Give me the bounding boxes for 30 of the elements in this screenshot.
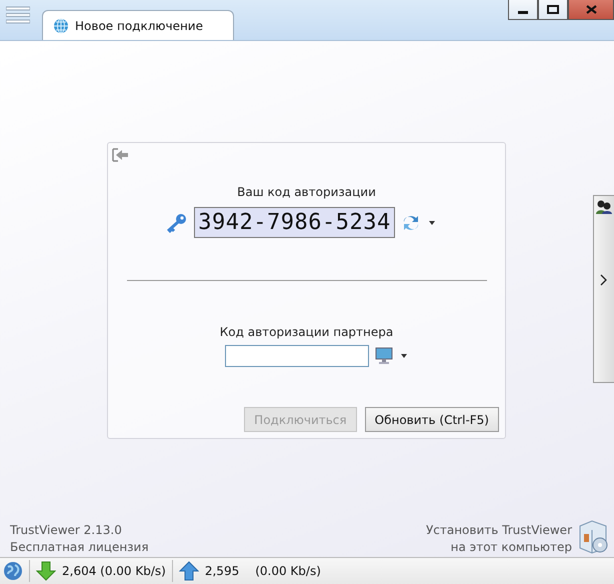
minimize-button[interactable] (508, 0, 538, 20)
maximize-icon (547, 5, 559, 14)
install-link[interactable]: на этот компьютер (450, 540, 572, 554)
installer-box-icon[interactable] (578, 520, 608, 554)
tab[interactable]: Новое подключение (42, 10, 234, 40)
partner-code-field[interactable] (224, 345, 368, 367)
install-link[interactable]: Установить TrustViewer (426, 523, 572, 537)
license-text: Бесплатная лицензия (10, 540, 149, 554)
globe-icon[interactable] (3, 561, 23, 581)
upload-count: 2,595 (204, 564, 240, 578)
partner-code-title: Код авторизации партнера (220, 325, 394, 339)
version-text: TrustViewer 2.13.0 (10, 523, 123, 537)
caret-icon[interactable] (426, 220, 437, 226)
chevron-right-icon (600, 274, 608, 286)
close-button[interactable] (568, 0, 614, 20)
own-code-title: Ваш код авторизации (237, 185, 376, 199)
auth-code: 3942-7986-5234 (194, 207, 395, 238)
refresh-button[interactable]: Обновить (Ctrl-F5) (364, 407, 499, 432)
globe-icon (53, 18, 69, 34)
caret-icon[interactable] (398, 353, 408, 359)
download-stats: 2,604 (0.00 Kb/s) (62, 564, 166, 578)
close-icon (586, 5, 596, 14)
upload-arrow-icon (178, 561, 199, 581)
upload-rate: (0.00 Kb/s) (255, 564, 321, 578)
people-icon[interactable] (596, 200, 612, 214)
key-icon (166, 212, 188, 232)
monitor-icon[interactable] (374, 347, 392, 365)
exit-icon[interactable] (112, 147, 130, 163)
download-arrow-icon (36, 561, 56, 581)
maximize-button[interactable] (538, 0, 568, 20)
